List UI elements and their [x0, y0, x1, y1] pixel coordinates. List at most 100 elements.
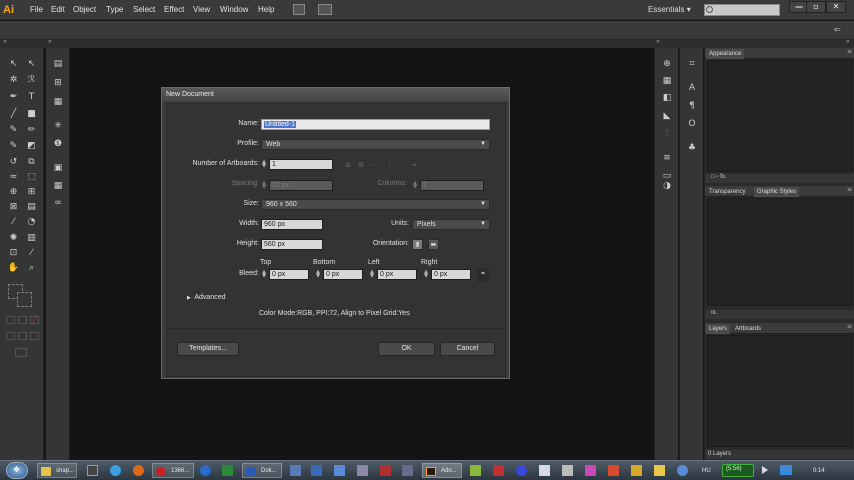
opentype-icon[interactable]: O	[685, 118, 699, 130]
tab-graphic-styles[interactable]: Graphic Styles	[754, 187, 800, 197]
name-input[interactable]: Untitled-1	[261, 119, 490, 130]
firefox-icon[interactable]	[133, 465, 144, 476]
direct-selection-tool-icon[interactable]: ↖	[24, 58, 39, 71]
artboards-spinner-icon[interactable]: ▲ ▼	[261, 160, 267, 169]
advanced-toggle[interactable]: ▶ Advanced	[187, 294, 226, 301]
dialog-title[interactable]: New Document	[162, 88, 509, 101]
document-info-icon[interactable]: ▤	[51, 58, 65, 70]
eyedropper-tool-icon[interactable]: ⁄	[6, 216, 21, 229]
tab-transparency[interactable]: Transparency	[706, 187, 748, 197]
stroke-icon[interactable]: ≡	[660, 152, 674, 164]
arrange-documents-icon[interactable]	[318, 4, 332, 15]
menu-type[interactable]: Type	[106, 5, 123, 14]
app-icon[interactable]	[334, 465, 345, 476]
language-indicator[interactable]: HU	[702, 464, 711, 479]
menu-file[interactable]: File	[30, 5, 43, 14]
type-tool-icon[interactable]: T	[24, 91, 39, 104]
arrange-by-row-icon[interactable]: ⋯	[369, 160, 379, 170]
height-input[interactable]: 560 px	[261, 239, 323, 250]
symbols-icon[interactable]: ♣	[685, 142, 699, 154]
battery-indicator[interactable]: (5:56)	[722, 464, 754, 477]
lasso-tool-icon[interactable]: ℛ	[24, 74, 39, 87]
templates-button[interactable]: Templates...	[177, 342, 239, 356]
draw-normal-icon[interactable]	[6, 332, 15, 340]
color-mode-icon[interactable]	[6, 316, 15, 324]
paintbrush-tool-icon[interactable]: ✎	[6, 124, 21, 137]
none-mode-icon[interactable]: ╱	[30, 316, 39, 324]
panel-menu-icon[interactable]: ⇐	[834, 25, 841, 34]
collapse-left-icon[interactable]: «	[3, 38, 7, 45]
app-icon[interactable]	[200, 465, 211, 476]
menu-object[interactable]: Object	[73, 5, 96, 14]
draw-inside-icon[interactable]	[30, 332, 39, 340]
excel-icon[interactable]	[222, 465, 233, 476]
app-icon[interactable]	[608, 465, 619, 476]
taskbar-explorer[interactable]: shap...	[37, 463, 77, 478]
brushes-icon[interactable]: ⌗	[685, 58, 699, 70]
cancel-button[interactable]: Cancel	[440, 342, 495, 356]
app-icon[interactable]	[516, 465, 527, 476]
app-icon[interactable]	[654, 465, 665, 476]
terminal-icon[interactable]	[87, 465, 98, 476]
screen-mode-icon[interactable]	[15, 348, 27, 357]
info-icon[interactable]: ❶	[51, 138, 65, 150]
magic-wand-tool-icon[interactable]: ✲	[6, 74, 21, 87]
arrange-by-column-icon[interactable]: ⋮	[385, 160, 395, 170]
bleed-top-spinner-icon[interactable]: ▲ ▼	[261, 270, 267, 279]
menu-effect[interactable]: Effect	[164, 5, 184, 14]
panel-menu-icon[interactable]: ≡	[847, 48, 852, 55]
app-icon[interactable]	[677, 465, 688, 476]
workspace-switcher[interactable]: Essentials ▾	[648, 5, 691, 14]
bleed-right-spinner-icon[interactable]: ▲ ▼	[423, 270, 429, 279]
transform-icon[interactable]: ▦	[51, 96, 65, 108]
bleed-bottom-input[interactable]: 0 px	[323, 269, 363, 280]
swatches-icon[interactable]: ▦	[660, 75, 674, 87]
transparency-icon[interactable]: ◑	[660, 180, 674, 192]
app-icon[interactable]	[290, 465, 301, 476]
app-icon[interactable]	[470, 465, 481, 476]
color-icon[interactable]: ◧	[660, 92, 674, 104]
asterisk-icon[interactable]: ✳	[51, 120, 65, 132]
app-icon[interactable]	[311, 465, 322, 476]
app-icon[interactable]	[562, 465, 573, 476]
bleed-top-input[interactable]: 0 px	[269, 269, 309, 280]
app-icon[interactable]	[357, 465, 368, 476]
grid-by-column-icon[interactable]: ⊞	[356, 160, 366, 170]
pencil-tool-icon[interactable]: ✏	[24, 124, 39, 137]
start-button[interactable]: ❖	[6, 462, 28, 479]
color-guide-icon[interactable]: ⊕	[660, 58, 674, 70]
rotate-tool-icon[interactable]: ↺	[6, 156, 21, 169]
image-trace-icon[interactable]: ◣	[660, 110, 674, 122]
app-icon[interactable]	[585, 465, 596, 476]
warp-tool-icon[interactable]: ≈	[6, 171, 21, 184]
slice-tool-icon[interactable]: ⁄	[24, 247, 39, 260]
blend-tool-icon[interactable]: ◔	[24, 216, 39, 229]
hand-tool-icon[interactable]: ✋	[6, 262, 21, 275]
width-input[interactable]: 960 px	[261, 219, 323, 230]
navigator-icon[interactable]: ⊞	[51, 77, 65, 89]
clock[interactable]: 0:14	[813, 464, 825, 479]
units-select[interactable]: Pixels ▼	[412, 219, 490, 230]
zoom-tool-icon[interactable]: ⌕	[24, 262, 39, 275]
menu-view[interactable]: View	[193, 5, 210, 14]
tray-app-icon[interactable]	[780, 465, 792, 475]
size-select[interactable]: 960 x 560 ▼	[261, 199, 490, 210]
ie-icon[interactable]	[110, 465, 121, 476]
artboards-input[interactable]: 1	[269, 159, 333, 170]
profile-select[interactable]: Web ▼	[261, 139, 490, 150]
perspective-grid-tool-icon[interactable]: ⊞	[24, 186, 39, 199]
selection-tool-icon[interactable]: ↖	[6, 58, 21, 71]
taskbar-illustrator[interactable]: Ado...	[422, 463, 462, 478]
align-icon[interactable]: ⫶	[660, 128, 674, 140]
symbol-sprayer-tool-icon[interactable]: ✺	[6, 232, 21, 245]
line-tool-icon[interactable]: ╱	[6, 108, 21, 121]
bleed-left-input[interactable]: 0 px	[377, 269, 417, 280]
actions-icon[interactable]: ▣	[51, 162, 65, 174]
menu-help[interactable]: Help	[258, 5, 274, 14]
tab-artboards[interactable]: Artboards	[732, 324, 764, 334]
collapse-left2-icon[interactable]: »	[48, 38, 52, 45]
search-field[interactable]	[704, 4, 780, 16]
shape-builder-tool-icon[interactable]: ⊕	[6, 186, 21, 199]
stroke-swatch[interactable]	[17, 292, 32, 307]
bleed-right-input[interactable]: 0 px	[431, 269, 471, 280]
